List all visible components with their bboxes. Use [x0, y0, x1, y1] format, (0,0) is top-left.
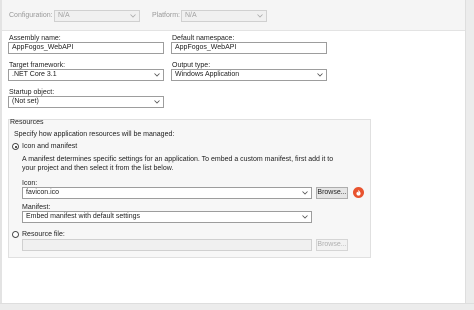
- vertical-scrollbar[interactable]: [465, 0, 474, 309]
- fire-icon[interactable]: [353, 187, 364, 198]
- configuration-label: Configuration:: [9, 12, 53, 19]
- platform-label: Platform:: [152, 12, 181, 19]
- resource-file-radio[interactable]: [12, 231, 19, 238]
- icon-select[interactable]: favicon.ico: [22, 187, 312, 199]
- manifest-select[interactable]: Embed manifest with default settings: [22, 211, 312, 223]
- platform-select[interactable]: N/A: [181, 10, 267, 22]
- chevron-down-icon: [300, 212, 309, 222]
- resource-file-label[interactable]: Resource file:: [22, 230, 65, 239]
- chevron-down-icon: [255, 11, 264, 21]
- resources-group-label: Resources: [10, 119, 44, 126]
- icon-manifest-label[interactable]: Icon and manifest: [22, 142, 77, 151]
- left-border: [0, 0, 2, 309]
- target-framework-select[interactable]: .NET Core 3.1: [8, 69, 164, 81]
- output-type-select[interactable]: Windows Application: [171, 69, 327, 81]
- configuration-select[interactable]: N/A: [54, 10, 140, 22]
- manifest-help-line1: A manifest determines specific settings …: [22, 156, 334, 163]
- icon-value: favicon.ico: [26, 189, 60, 196]
- chevron-down-icon: [152, 97, 161, 107]
- chevron-down-icon: [300, 188, 309, 198]
- resource-file-input[interactable]: [22, 239, 312, 251]
- startup-object-select[interactable]: (Not set): [8, 96, 164, 108]
- manifest-value: Embed manifest with default settings: [26, 213, 141, 220]
- resource-browse-button[interactable]: Browse...: [316, 239, 348, 251]
- default-namespace-input[interactable]: AppFogos_WebAPI: [171, 42, 327, 54]
- target-framework-value: .NET Core 3.1: [12, 71, 57, 78]
- configuration-value: N/A: [58, 12, 70, 19]
- resources-description: Specify how application resources will b…: [14, 131, 175, 138]
- chevron-down-icon: [128, 11, 137, 21]
- chevron-down-icon: [152, 70, 161, 80]
- default-namespace-value: AppFogos_WebAPI: [175, 44, 237, 51]
- assembly-name-input[interactable]: AppFogos_WebAPI: [8, 42, 164, 54]
- output-type-value: Windows Application: [175, 71, 240, 78]
- icon-browse-button[interactable]: Browse...: [316, 187, 348, 199]
- chevron-down-icon: [315, 70, 324, 80]
- manifest-help-line2: your project and then select it from the…: [22, 165, 174, 172]
- assembly-name-value: AppFogos_WebAPI: [12, 44, 74, 51]
- startup-object-value: (Not set): [12, 98, 39, 105]
- icon-manifest-radio[interactable]: [12, 143, 19, 150]
- platform-value: N/A: [185, 12, 197, 19]
